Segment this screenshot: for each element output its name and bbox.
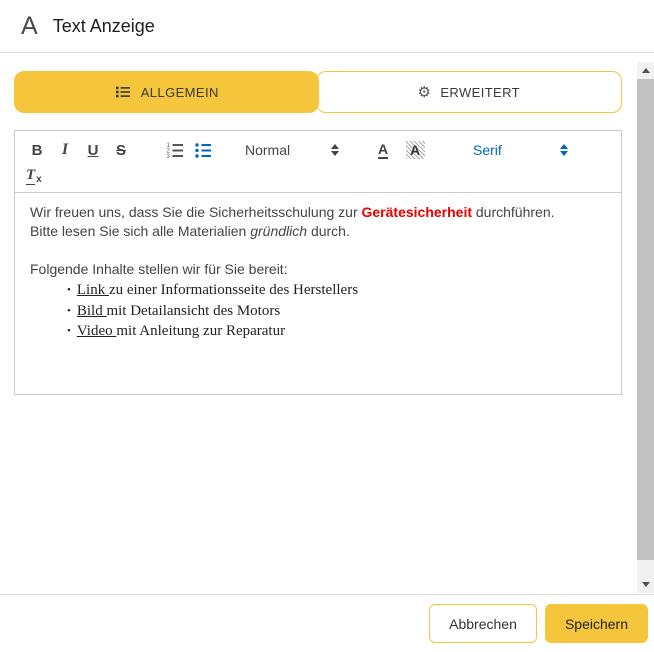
paragraph-style-value: Normal (245, 142, 290, 158)
triangle-down-icon (642, 582, 650, 587)
clear-formatting-button[interactable]: Tx (23, 164, 53, 188)
rich-text-editor: B I U S 1 2 3 (14, 130, 622, 395)
highlighted-text: Gerätesicherheit (362, 204, 473, 220)
clear-formatting-icon: T (26, 167, 35, 185)
bullet-list: Link zu einer Informationsseite des Hers… (30, 281, 606, 343)
font-family-value: Serif (473, 142, 502, 158)
scrollbar-thumb[interactable] (637, 79, 654, 560)
tab-allgemein[interactable]: ALLGEMEIN (14, 71, 319, 113)
text-color-button[interactable]: A (369, 138, 397, 162)
underlined-text: Video (77, 323, 117, 339)
tab-bar: ALLGEMEIN ⚙ ERWEITERT (14, 71, 622, 113)
strikethrough-button[interactable]: S (107, 138, 135, 162)
toolbar-row-1: B I U S 1 2 3 (23, 138, 613, 162)
list-item: Video mit Anleitung zur Reparatur (67, 322, 606, 343)
color-buttons-group: A A (369, 138, 429, 162)
bold-button[interactable]: B (23, 138, 51, 162)
empty-line (30, 241, 606, 260)
list-icon (114, 83, 132, 101)
editor-toolbar: B I U S 1 2 3 (15, 131, 621, 193)
underlined-text: Bild (77, 303, 107, 319)
underline-button[interactable]: U (79, 138, 107, 162)
tab-erweitert-label: ERWEITERT (440, 85, 520, 100)
gear-icon: ⚙ (417, 85, 431, 100)
updown-arrows-icon (560, 144, 568, 156)
background-color-icon: A (406, 141, 425, 159)
toolbar-row-2: Tx (23, 164, 613, 188)
ordered-list-button[interactable]: 1 2 3 (161, 138, 189, 162)
text-element-icon: A (21, 14, 38, 39)
list-item: Bild mit Detailansicht des Motors (67, 302, 606, 323)
bullet-list-icon (193, 140, 213, 160)
text-anzeige-dialog: A Text Anzeige ALLGEMEIN ⚙ ERWEITERT B I (0, 0, 654, 652)
paragraph: Wir freuen uns, dass Sie die Sicherheits… (30, 203, 606, 222)
scroll-up-button[interactable] (637, 62, 654, 79)
paragraph-style-dropdown[interactable]: Normal (245, 142, 339, 158)
tab-allgemein-label: ALLGEMEIN (141, 85, 219, 100)
paragraph: Folgende Inhalte stellen wir für Sie ber… (30, 260, 606, 279)
background-color-button[interactable]: A (401, 138, 429, 162)
dialog-footer: Abbrechen Speichern (0, 594, 654, 652)
font-family-dropdown[interactable]: Serif (473, 142, 568, 158)
scroll-down-button[interactable] (637, 576, 654, 593)
cancel-button[interactable]: Abbrechen (429, 604, 537, 643)
paragraph: Bitte lesen Sie sich alle Materialien gr… (30, 222, 606, 241)
svg-text:3: 3 (167, 154, 171, 160)
vertical-scrollbar[interactable] (637, 62, 654, 593)
bullet-list-button[interactable] (189, 138, 217, 162)
page-title: Text Anzeige (53, 16, 155, 37)
dialog-header: A Text Anzeige (0, 0, 654, 53)
list-item: Link zu einer Informationsseite des Hers… (67, 281, 606, 302)
editor-content-area[interactable]: Wir freuen uns, dass Sie die Sicherheits… (15, 193, 621, 383)
tab-erweitert[interactable]: ⚙ ERWEITERT (316, 71, 623, 113)
italic-text: gründlich (250, 223, 307, 239)
underlined-text: Link (77, 282, 109, 298)
updown-arrows-icon (331, 144, 339, 156)
ordered-list-icon: 1 2 3 (165, 140, 185, 160)
text-color-icon: A (378, 142, 388, 159)
italic-button[interactable]: I (51, 138, 79, 162)
triangle-up-icon (642, 68, 650, 73)
save-button[interactable]: Speichern (545, 604, 648, 643)
